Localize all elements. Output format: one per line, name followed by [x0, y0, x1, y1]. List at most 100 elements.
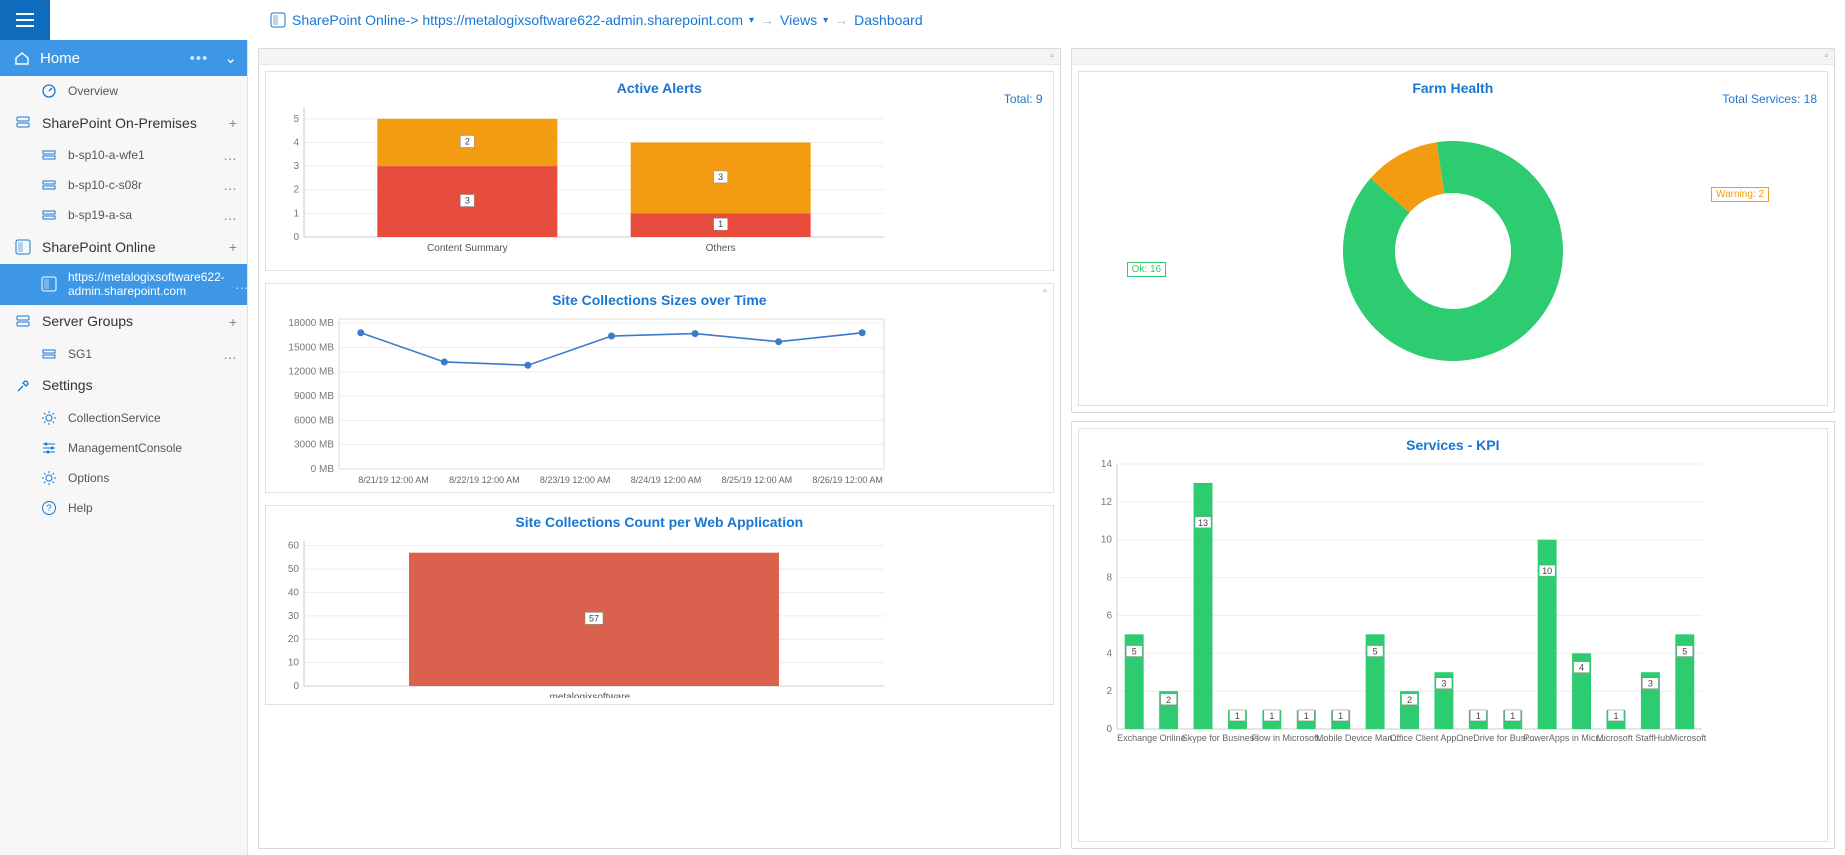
more-icon[interactable]: ••• [190, 50, 209, 67]
server-icon [14, 114, 32, 132]
donut-ok-label: Ok: 16 [1127, 262, 1166, 277]
sidebar-item-label: b-sp10-c-s08r [68, 178, 142, 192]
sidebar-item[interactable]: b-sp10-c-s08r … [0, 170, 247, 200]
sp-icon [14, 238, 32, 256]
svg-text:14: 14 [1100, 459, 1112, 470]
svg-text:0: 0 [293, 232, 299, 243]
panel-collapse-icon[interactable]: ▫ [1824, 51, 1828, 62]
sidebar-item[interactable]: b-sp19-a-sa … [0, 200, 247, 230]
svg-text:3: 3 [293, 161, 299, 172]
more-icon[interactable]: … [235, 276, 249, 292]
add-icon[interactable]: + [229, 239, 237, 255]
svg-text:8: 8 [1106, 573, 1112, 584]
sidebar-item-label: ManagementConsole [68, 441, 182, 455]
panel-collapse-icon[interactable]: ▫ [1043, 286, 1047, 297]
sidebar-item[interactable]: ?Help [0, 493, 247, 523]
chart-title: Site Collections Count per Web Applicati… [274, 512, 1045, 536]
svg-text:1: 1 [718, 219, 723, 229]
svg-text:8/25/19 12:00 AM: 8/25/19 12:00 AM [722, 475, 793, 485]
svg-text:8/26/19 12:00 AM: 8/26/19 12:00 AM [812, 475, 883, 485]
more-icon[interactable]: … [223, 207, 237, 223]
sidebar-item[interactable]: Settings [0, 369, 247, 403]
sidebar-item[interactable]: SG1 … [0, 339, 247, 369]
svg-text:3: 3 [718, 172, 723, 182]
sidebar-item[interactable]: ManagementConsole [0, 433, 247, 463]
svg-text:1: 1 [1235, 711, 1240, 721]
active-alerts-panel: Active Alerts Total: 9 01234532Content S… [265, 71, 1054, 271]
breadcrumb: SharePoint Online-> https://metalogixsof… [50, 12, 923, 28]
svg-text:Exchange Online: Exchange Online [1117, 733, 1186, 743]
sidebar-item-label: Settings [42, 377, 93, 394]
breadcrumb-views[interactable]: Views [780, 12, 817, 28]
panel-group-left: ▫ Active Alerts Total: 9 01234532Content… [258, 48, 1061, 849]
server-sm-icon [40, 345, 58, 363]
chevron-right-icon: → [834, 12, 848, 28]
breadcrumb-root-dropdown[interactable]: ▾ [749, 15, 754, 26]
sliders-icon [40, 439, 58, 457]
sidebar-item[interactable]: SharePoint Online + [0, 230, 247, 264]
site-count-panel: Site Collections Count per Web Applicati… [265, 505, 1054, 705]
svg-text:3: 3 [1647, 679, 1652, 689]
sidebar-item-label: b-sp19-a-sa [68, 208, 132, 222]
sidebar-item-label: SharePoint On-Premises [42, 115, 197, 132]
panel-collapse-icon[interactable]: ▫ [1050, 51, 1054, 62]
sidebar-item[interactable]: Options [0, 463, 247, 493]
svg-text:1: 1 [1510, 711, 1515, 721]
svg-text:3000 MB: 3000 MB [294, 440, 334, 451]
sidebar-item[interactable]: CollectionService [0, 403, 247, 433]
chevron-down-icon[interactable]: ⌄ [224, 49, 237, 67]
svg-text:2: 2 [465, 136, 470, 146]
sidebar-item-label: SharePoint Online [42, 239, 156, 256]
sidebar-item[interactable]: b-sp10-a-wfe1 … [0, 140, 247, 170]
svg-text:20: 20 [288, 634, 300, 645]
svg-text:0: 0 [293, 681, 299, 692]
sidebar-item[interactable]: https://metalogixsoftware622-admin.share… [0, 264, 247, 305]
server-sm-icon [40, 206, 58, 224]
svg-text:1: 1 [1269, 711, 1274, 721]
add-icon[interactable]: + [229, 115, 237, 131]
svg-text:Microsoft Forms: Microsoft Forms [1669, 733, 1706, 743]
svg-text:12000 MB: 12000 MB [288, 367, 334, 378]
sidebar-item-label: Server Groups [42, 313, 133, 330]
sidebar-item[interactable]: Overview [0, 76, 247, 106]
top-bar: SharePoint Online-> https://metalogixsof… [0, 0, 1845, 40]
more-icon[interactable]: … [223, 147, 237, 163]
add-icon[interactable]: + [229, 314, 237, 330]
chart-total: Total: 9 [1004, 92, 1043, 106]
svg-text:1: 1 [1613, 711, 1618, 721]
server-sm-icon [40, 176, 58, 194]
svg-text:2: 2 [1106, 686, 1112, 697]
more-icon[interactable]: … [223, 346, 237, 362]
sidebar-item-label: Options [68, 471, 109, 485]
sidebar-item[interactable]: Server Groups + [0, 305, 247, 339]
sidebar-item[interactable]: SharePoint On-Premises + [0, 106, 247, 140]
sidebar-item-label: SG1 [68, 347, 92, 361]
gauge-icon [40, 82, 58, 100]
gear-icon [40, 469, 58, 487]
svg-text:57: 57 [589, 613, 599, 623]
breadcrumb-views-dropdown[interactable]: ▾ [823, 15, 828, 26]
svg-text:10: 10 [1542, 566, 1552, 576]
svg-text:5: 5 [1682, 647, 1687, 657]
farm-health-chart [1323, 121, 1583, 381]
sidebar-item-label: b-sp10-a-wfe1 [68, 148, 145, 162]
svg-text:40: 40 [288, 587, 300, 598]
breadcrumb-dashboard[interactable]: Dashboard [854, 12, 923, 28]
sidebar-home[interactable]: Home ••• ⌄ [0, 40, 247, 76]
svg-text:8/21/19 12:00 AM: 8/21/19 12:00 AM [358, 475, 429, 485]
breadcrumb-root[interactable]: SharePoint Online-> https://metalogixsof… [292, 12, 743, 28]
svg-text:8/24/19 12:00 AM: 8/24/19 12:00 AM [631, 475, 702, 485]
svg-text:1: 1 [1303, 711, 1308, 721]
gear-icon [40, 409, 58, 427]
svg-text:Content Summary: Content Summary [427, 243, 508, 254]
svg-text:18000 MB: 18000 MB [288, 318, 334, 329]
menu-button[interactable] [0, 0, 50, 40]
svg-text:2: 2 [1407, 695, 1412, 705]
svg-text:30: 30 [288, 611, 300, 622]
svg-text:4: 4 [1106, 648, 1112, 659]
svg-text:2: 2 [1166, 695, 1171, 705]
more-icon[interactable]: … [223, 177, 237, 193]
svg-text:8/22/19 12:00 AM: 8/22/19 12:00 AM [449, 475, 520, 485]
svg-text:Others: Others [706, 243, 736, 254]
svg-text:5: 5 [293, 114, 299, 125]
